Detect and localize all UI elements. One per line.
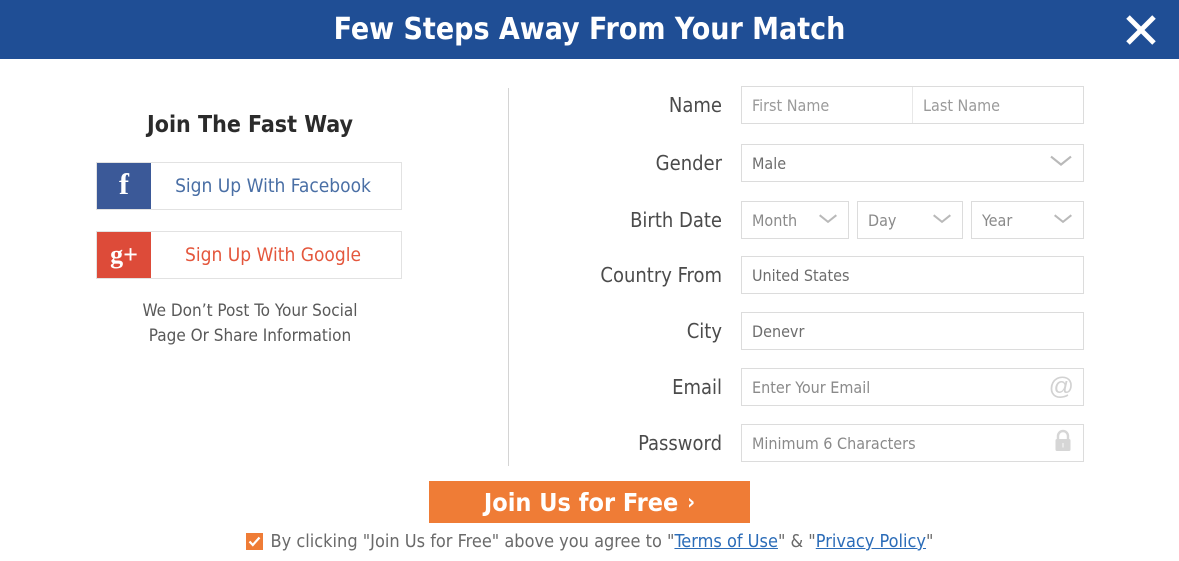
city-field-wrap: Denevr xyxy=(741,312,1084,350)
privacy-policy-link[interactable]: Privacy Policy xyxy=(816,531,926,552)
chevron-down-icon xyxy=(1049,153,1073,172)
signup-form: Name First Name Last Name Gender Male Bi… xyxy=(540,59,1140,479)
fast-way-title: Join The Fast Way xyxy=(147,112,353,138)
modal-header: Few Steps Away From Your Match xyxy=(0,0,1179,59)
social-signup-panel: Join The Fast Way f Sign Up With Faceboo… xyxy=(0,59,500,479)
close-icon xyxy=(1124,13,1158,47)
birth-year-value: Year xyxy=(982,210,1013,230)
at-sign-icon: @ xyxy=(1048,372,1074,401)
gender-field-wrap: Male xyxy=(741,144,1084,182)
social-privacy-note-line1: We Don’t Post To Your Social xyxy=(142,301,358,321)
page-title: Few Steps Away From Your Match xyxy=(333,12,846,47)
signup-google-button[interactable]: g+ Sign Up With Google xyxy=(96,231,402,279)
birth-date-label: Birth Date xyxy=(630,208,722,232)
email-label: Email xyxy=(672,375,722,399)
chevron-down-icon xyxy=(818,210,838,229)
signup-facebook-button[interactable]: f Sign Up With Facebook xyxy=(96,162,402,210)
country-input[interactable]: United States xyxy=(741,256,1084,294)
email-field-wrap: Enter Your Email @ xyxy=(741,368,1084,406)
first-name-input[interactable]: First Name xyxy=(742,87,912,123)
password-input[interactable]: Minimum 6 Characters xyxy=(741,424,1084,462)
join-us-for-free-label: Join Us for Free xyxy=(483,487,679,517)
gender-label: Gender xyxy=(655,151,722,175)
birth-month-select[interactable]: Month xyxy=(741,201,849,239)
gender-select[interactable]: Male xyxy=(741,144,1084,182)
join-us-for-free-button[interactable]: Join Us for Free › xyxy=(429,481,750,523)
password-field-wrap: Minimum 6 Characters xyxy=(741,424,1084,462)
birth-day-select[interactable]: Day xyxy=(857,201,963,239)
name-field-wrap: First Name Last Name xyxy=(741,86,1084,124)
last-name-input[interactable]: Last Name xyxy=(912,87,1083,123)
chevron-down-icon xyxy=(932,210,952,229)
birth-date-field-wrap: Month Day Year xyxy=(741,201,1084,239)
terms-text-before: By clicking "Join Us for Free" above you… xyxy=(270,531,675,552)
terms-text-middle: " & " xyxy=(777,531,816,552)
terms-text-after: " xyxy=(926,531,934,552)
signup-modal: Few Steps Away From Your Match Join The … xyxy=(0,0,1179,561)
gender-selected-value: Male xyxy=(752,153,787,173)
birth-day-value: Day xyxy=(868,210,897,230)
modal-body: Join The Fast Way f Sign Up With Faceboo… xyxy=(0,59,1179,561)
name-label: Name xyxy=(668,93,722,117)
city-input[interactable]: Denevr xyxy=(741,312,1084,350)
chevron-down-icon xyxy=(1053,210,1073,229)
lock-icon xyxy=(1052,429,1074,457)
facebook-f-icon: f xyxy=(97,163,151,209)
social-privacy-note: We Don’t Post To Your Social Page Or Sha… xyxy=(0,299,500,349)
password-placeholder: Minimum 6 Characters xyxy=(752,433,916,453)
country-label: Country From xyxy=(600,263,722,287)
google-plus-icon: g+ xyxy=(97,232,151,278)
name-field: First Name Last Name xyxy=(741,86,1084,124)
chevron-right-icon: › xyxy=(687,490,696,514)
password-label: Password xyxy=(638,431,722,455)
signup-google-label: Sign Up With Google xyxy=(184,244,361,266)
birth-month-value: Month xyxy=(752,210,798,230)
country-field-wrap: United States xyxy=(741,256,1084,294)
signup-facebook-label: Sign Up With Facebook xyxy=(175,175,371,197)
terms-text: By clicking "Join Us for Free" above you… xyxy=(271,531,934,552)
panel-divider xyxy=(508,88,509,466)
terms-of-use-link[interactable]: Terms of Use xyxy=(674,531,778,552)
social-privacy-note-line2: Page Or Share Information xyxy=(148,326,352,346)
terms-checkbox[interactable] xyxy=(245,533,263,550)
terms-agreement-row: By clicking "Join Us for Free" above you… xyxy=(0,531,1179,552)
email-input[interactable]: Enter Your Email @ xyxy=(741,368,1084,406)
city-label: City xyxy=(686,319,722,343)
birth-year-select[interactable]: Year xyxy=(971,201,1084,239)
email-placeholder: Enter Your Email xyxy=(752,377,871,397)
close-button[interactable] xyxy=(1117,6,1165,54)
